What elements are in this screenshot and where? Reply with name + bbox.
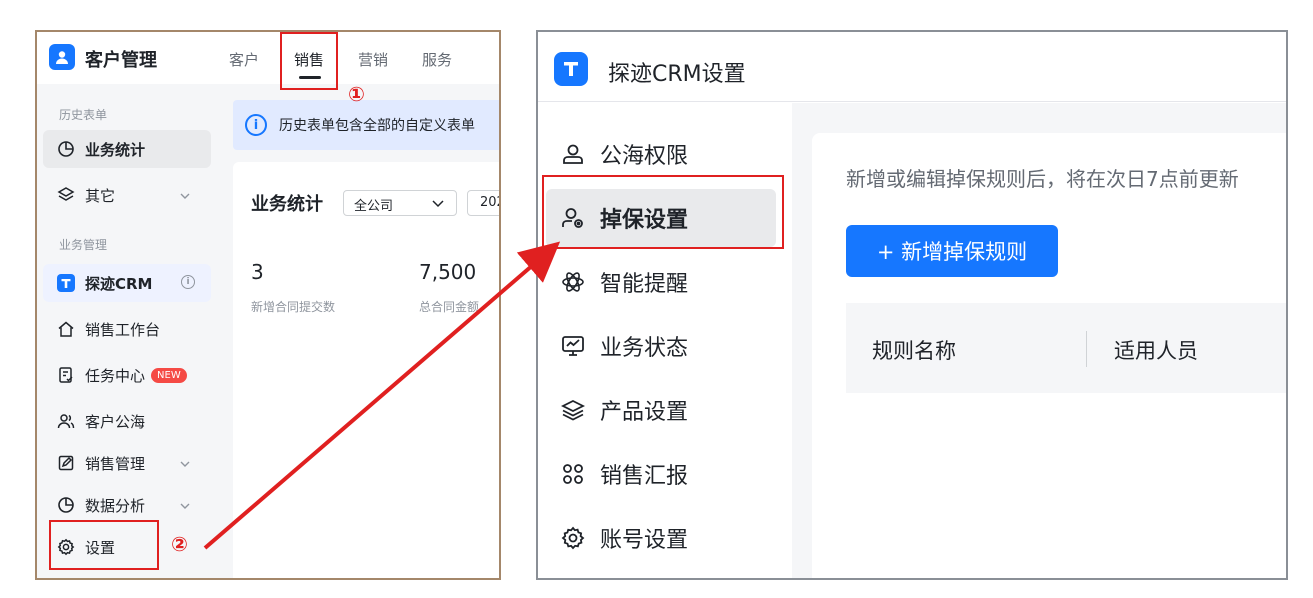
annotation-arrow — [203, 241, 561, 550]
